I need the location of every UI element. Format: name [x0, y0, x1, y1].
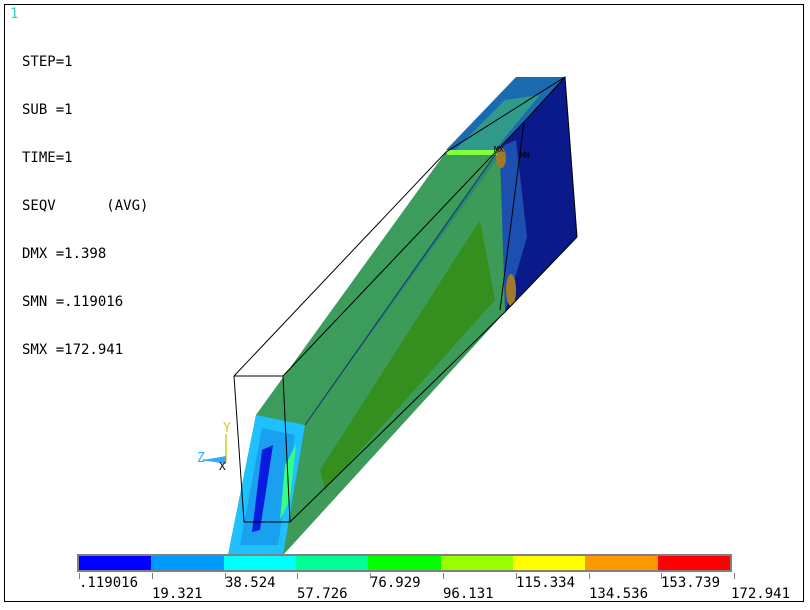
legend-color-6: [440, 556, 513, 570]
contour-legend-bar: [77, 554, 732, 572]
legend-color-2: [151, 556, 224, 570]
max-marker: MX: [494, 145, 504, 154]
legend-tick: [152, 573, 153, 579]
legend-value-label: 134.536: [589, 586, 649, 602]
legend-color-7: [512, 556, 586, 570]
legend-tick: [297, 573, 298, 579]
legend-color-4: [295, 556, 369, 570]
legend-value-label: 96.131: [443, 586, 494, 602]
legend-value-label: 153.739: [661, 575, 721, 591]
legend-tick: [443, 573, 444, 579]
legend-color-3: [223, 556, 296, 570]
legend-tick: [589, 573, 590, 579]
coordinate-triad: Y Z X: [197, 421, 231, 473]
legend-color-8: [585, 556, 658, 570]
legend-value-label: .119016: [79, 575, 139, 591]
triad-y-label: Y: [223, 421, 231, 436]
legend-value-label: 57.726: [297, 586, 348, 602]
legend-value-label: 76.929: [370, 575, 421, 591]
min-marker: MN: [520, 151, 530, 160]
legend-color-5: [368, 556, 441, 570]
legend-value-label: 38.524: [225, 575, 276, 591]
legend-tick: [734, 573, 735, 579]
legend-color-9: [657, 556, 730, 570]
legend-value-label: 172.941: [731, 586, 791, 602]
top-edge-highlight: [447, 150, 497, 155]
hotspot-lower: [506, 274, 516, 306]
legend-value-label: 115.334: [516, 575, 576, 591]
legend-color-1: [79, 556, 152, 570]
legend-value-label: 19.321: [152, 586, 203, 602]
triad-z-label: Z: [197, 451, 205, 466]
stress-contour-plot: MX MN Y Z X: [197, 76, 578, 555]
triad-x-label: X: [219, 460, 226, 473]
